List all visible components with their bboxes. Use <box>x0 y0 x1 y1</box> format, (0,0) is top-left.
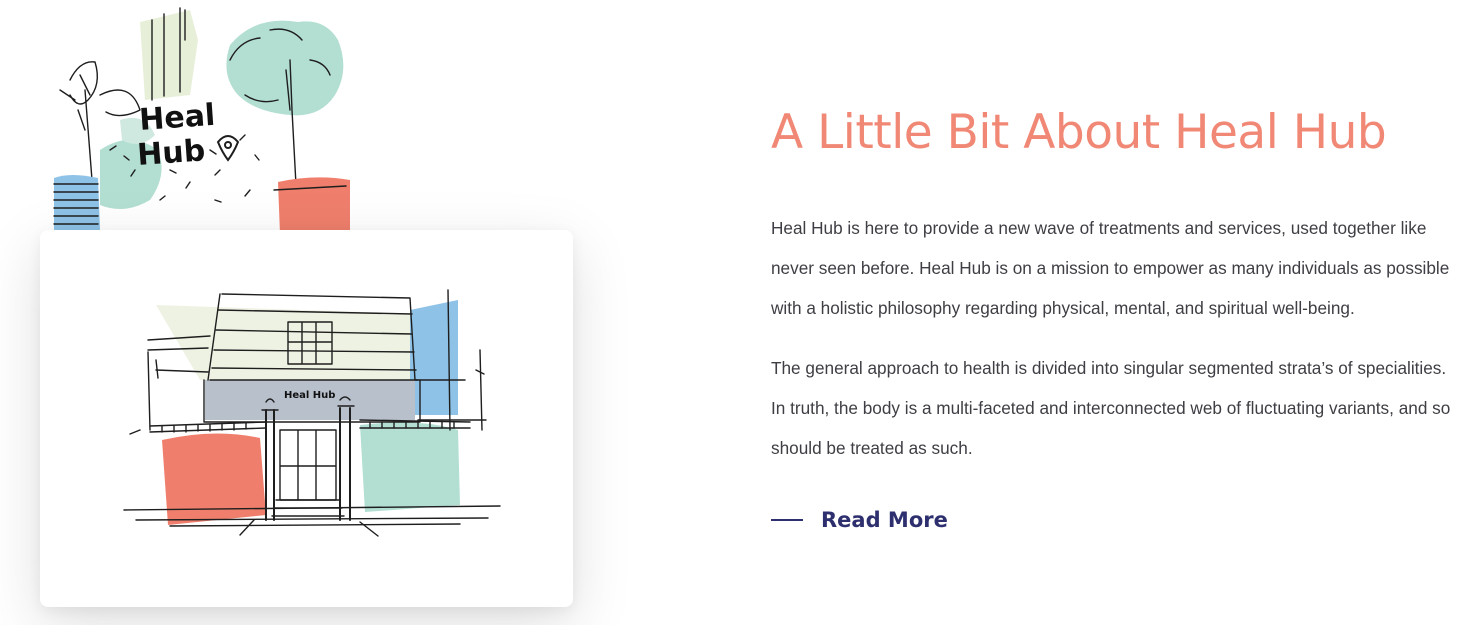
storefront-sketch: Heal Hub <box>123 289 501 537</box>
sign-text-line2: Hub <box>136 133 206 173</box>
about-paragraph-2: The general approach to health is divide… <box>771 358 1451 458</box>
location-pin-icon <box>216 135 240 162</box>
about-paragraph-1: Heal Hub is here to provide a new wave o… <box>771 218 1450 318</box>
storefront-sign-text: Heal Hub <box>284 390 335 401</box>
dash-icon <box>771 519 803 521</box>
read-more-label: Read More <box>821 508 948 532</box>
storefront-card: Heal Hub <box>40 230 573 607</box>
read-more-link[interactable]: Read More <box>771 508 1461 532</box>
page-title: A Little Bit About Heal Hub <box>771 105 1387 160</box>
heal-hub-sign-sketch: Heal Hub <box>53 7 353 234</box>
about-illustrations: Heal Hub Heal Hub <box>0 0 740 625</box>
about-section: A Little Bit About Heal Hub Heal Hub is … <box>771 100 1461 532</box>
sign-text-line1: Heal <box>138 98 216 138</box>
